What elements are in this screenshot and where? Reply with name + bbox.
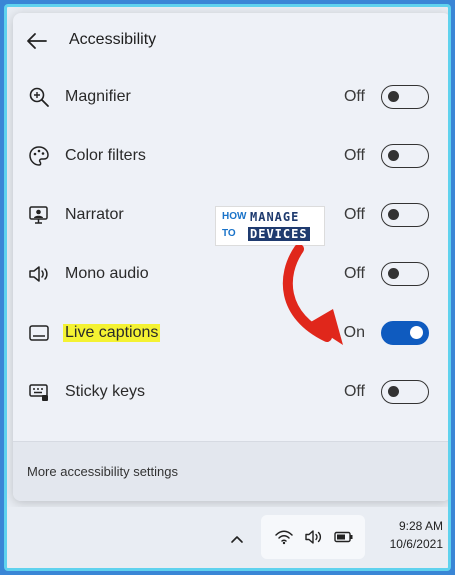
taskbar-clock[interactable]: 9:28 AM 10/6/2021 [367,517,443,553]
arrow-left-icon [27,33,47,49]
toggle-knob [410,326,423,339]
mono-audio-icon [27,263,51,285]
mono-audio-toggle[interactable] [381,262,429,286]
toggle-knob [388,209,399,220]
magnifier-icon [27,86,51,108]
setting-row-sticky-keys[interactable]: Sticky keys Off [13,363,448,421]
magnifier-toggle[interactable] [381,85,429,109]
more-accessibility-settings-link[interactable]: More accessibility settings [27,464,178,479]
toggle-knob [388,91,399,102]
panel-footer: More accessibility settings [13,441,448,501]
narrator-icon [27,204,51,226]
taskbar: 9:28 AM 10/6/2021 [7,507,448,568]
accessibility-quick-panel: Accessibility Magnifier Off Color filter… [13,13,448,501]
setting-state: Off [343,206,365,223]
volume-icon [303,529,325,545]
setting-label: Narrator [65,206,124,223]
clock-time: 9:28 AM [398,519,443,533]
battery-icon [333,529,355,545]
sticky-keys-toggle[interactable] [381,380,429,404]
setting-state: Off [343,147,365,164]
live-captions-icon [27,322,51,344]
setting-row-live-captions[interactable]: Live captions On [13,304,448,362]
setting-row-mono-audio[interactable]: Mono audio Off [13,245,448,303]
logo-word-devices: DEVICES [248,227,310,241]
logo-to: TO [222,228,236,239]
setting-row-magnifier[interactable]: Magnifier Off [13,68,448,126]
setting-label: Magnifier [65,88,131,105]
toggle-knob [388,268,399,279]
show-hidden-icons-button[interactable] [227,529,247,549]
setting-label: Color filters [65,147,146,164]
panel-title: Accessibility [69,31,157,48]
live-captions-toggle[interactable] [381,321,429,345]
back-button[interactable] [23,27,51,55]
sticky-keys-icon [27,381,51,403]
logo-word-manage: MANAGE [250,210,300,224]
setting-label: Sticky keys [65,383,146,400]
narrator-toggle[interactable] [381,203,429,227]
setting-label: Mono audio [65,265,149,282]
setting-state: Off [343,88,365,105]
screenshot-frame: Accessibility Magnifier Off Color filter… [4,4,451,571]
setting-label: Live captions [63,324,161,342]
how-to-manage-devices-logo: HOW TO MANAGE DEVICES [215,206,325,246]
color-filters-icon [27,145,51,167]
panel-header: Accessibility [13,13,448,69]
chevron-up-icon [231,536,243,543]
system-tray[interactable] [261,515,365,559]
annotation-arrow-icon [282,245,343,345]
toggle-knob [388,386,399,397]
clock-date: 10/6/2021 [389,537,443,551]
color-filters-toggle[interactable] [381,144,429,168]
logo-how: HOW [222,211,247,222]
wifi-icon [273,529,295,545]
toggle-knob [388,150,399,161]
setting-state: Off [343,383,365,400]
setting-row-color-filters[interactable]: Color filters Off [13,127,448,185]
